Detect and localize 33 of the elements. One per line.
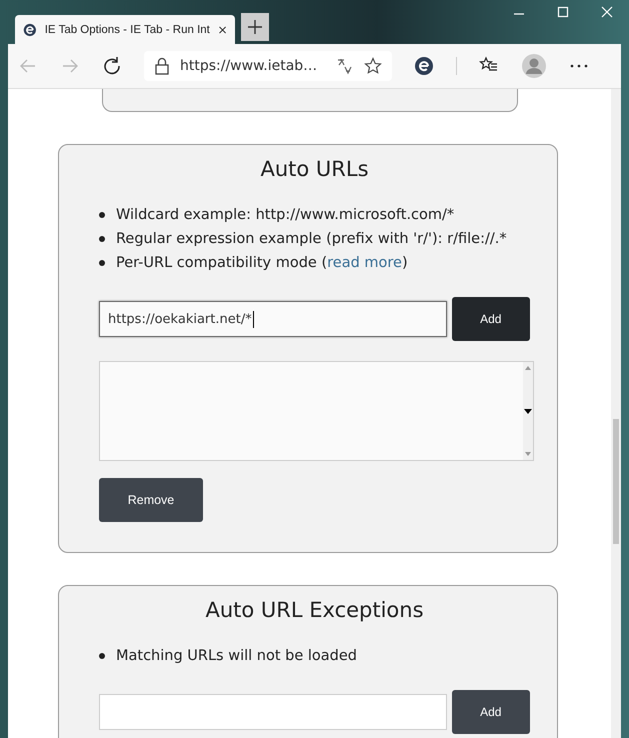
browser-tab[interactable]: IE Tab Options - IE Tab - Run Int <box>15 15 235 44</box>
url-input-field[interactable]: https://oekakiart.net/* <box>99 301 446 337</box>
star-icon[interactable] <box>364 57 382 75</box>
read-more-link[interactable]: read more <box>327 255 402 271</box>
bullet-text: Matching URLs will not be loaded <box>116 647 357 666</box>
lock-icon <box>154 57 170 75</box>
url-text: https://www.ietab… <box>180 58 318 74</box>
bullet-icon <box>99 653 105 659</box>
maximize-icon[interactable] <box>557 6 569 18</box>
bullet-icon <box>99 212 105 218</box>
scrollbar-thumb[interactable] <box>613 419 619 544</box>
plus-icon <box>247 19 263 35</box>
close-icon[interactable] <box>218 24 227 36</box>
caret-icon <box>524 408 532 414</box>
avatar-icon[interactable] <box>521 53 547 79</box>
translate-icon[interactable] <box>336 57 354 75</box>
bullet-icon <box>99 260 105 266</box>
extension-icon[interactable] <box>414 56 434 76</box>
section-title: Auto URLs <box>259 157 370 181</box>
add-button[interactable]: Add <box>452 690 530 734</box>
refresh-icon[interactable] <box>102 56 122 76</box>
bullet-text: Per-URL compatibility mode (read more) <box>116 254 408 273</box>
remove-button[interactable]: Remove <box>99 478 203 522</box>
new-tab-button[interactable] <box>241 13 269 41</box>
close-icon[interactable] <box>601 6 613 18</box>
add-button[interactable]: Add <box>452 297 530 341</box>
bullet-icon <box>99 236 105 242</box>
tab-title: IE Tab Options - IE Tab - Run Int <box>44 24 210 36</box>
url-input-field[interactable] <box>99 694 446 730</box>
bullet-text: Wildcard example: http://www.microsoft.com/* <box>116 206 454 225</box>
bullet-text: Regular expression example (prefix with 'r/'): r/file://.* <box>116 230 507 249</box>
section-title: Auto URL Exceptions <box>204 598 425 622</box>
address-bar[interactable]: https://www.ietab… <box>144 51 392 81</box>
